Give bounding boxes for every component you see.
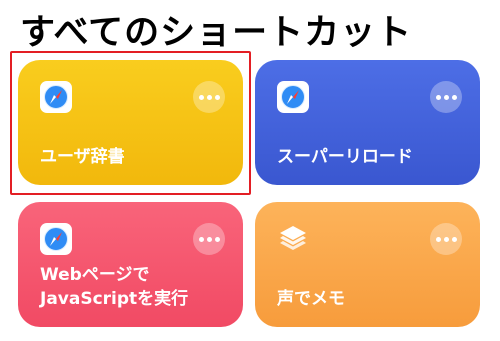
shortcut-label: 声でメモ [277,289,345,309]
shortcut-card-super-reload[interactable]: スーパーリロード [255,60,480,185]
shortcut-card-run-javascript[interactable]: Webページで JavaScriptを実行 [18,202,243,327]
shortcut-label-line-2: JavaScriptを実行 [40,289,189,309]
shortcut-label: Webページで JavaScriptを実行 [40,263,188,311]
safari-compass-icon [277,81,309,113]
more-options-button[interactable] [193,223,225,255]
shortcut-card-voice-memo[interactable]: 声でメモ [255,202,480,327]
shortcuts-page: すべてのショートカット ユーザ辞書 スーパーリロード Webページで JavaS… [0,0,500,341]
page-title: すべてのショートカット [20,13,413,53]
more-options-button[interactable] [430,81,462,113]
layers-icon [280,226,306,250]
shortcut-label: スーパーリロード [277,147,413,167]
more-options-button[interactable] [430,223,462,255]
selection-highlight [10,51,251,195]
shortcut-label-line-1: Webページで [40,265,150,285]
safari-compass-icon [40,223,72,255]
